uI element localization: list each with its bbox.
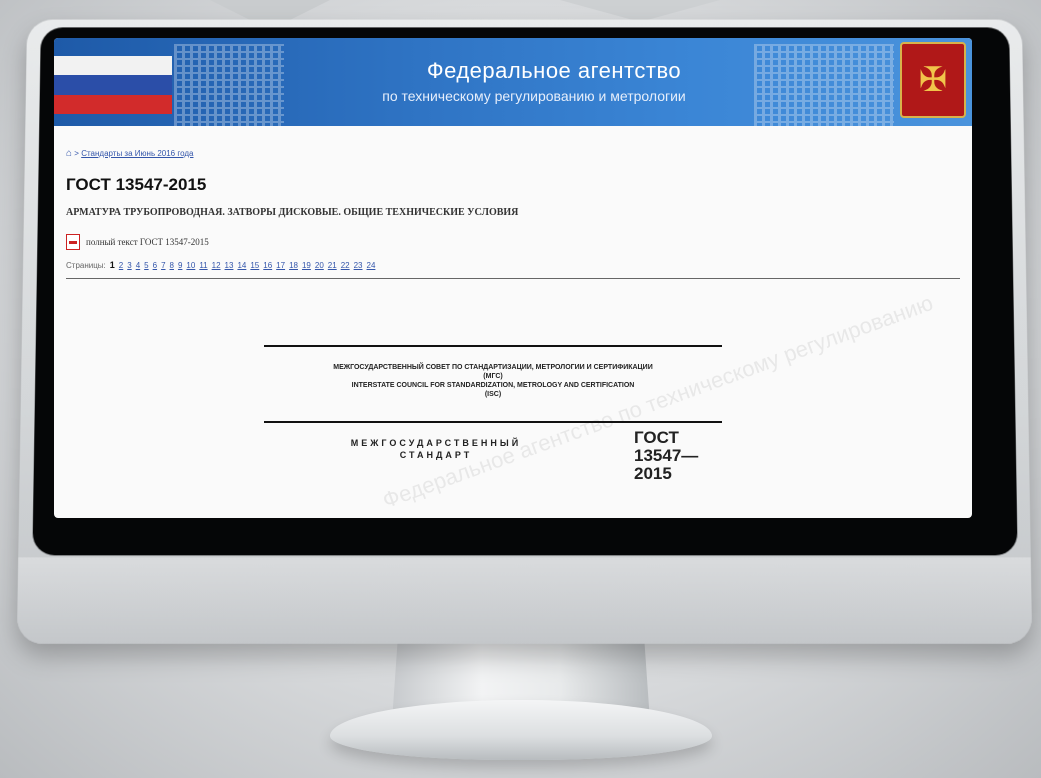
- page-link[interactable]: 17: [276, 261, 285, 270]
- page-link[interactable]: 2: [119, 261, 123, 270]
- banner-subtitle: по техническому регулированию и метролог…: [284, 88, 784, 104]
- fulltext-link[interactable]: полный текст ГОСТ 13547-2015: [66, 234, 960, 250]
- page-link[interactable]: 12: [212, 261, 221, 270]
- council-block: МЕЖГОСУДАРСТВЕННЫЙ СОВЕТ ПО СТАНДАРТИЗАЦ…: [254, 363, 732, 399]
- page-subtitle: АРМАТУРА ТРУБОПРОВОДНАЯ. ЗАТВОРЫ ДИСКОВЫ…: [66, 207, 960, 218]
- building-image: [754, 44, 894, 126]
- home-icon[interactable]: ⌂: [66, 148, 72, 159]
- standard-line-2: СТАНДАРТ: [346, 449, 526, 461]
- banner-title: Федеральное агентство: [354, 58, 754, 84]
- monitor-stand-base: [330, 700, 712, 760]
- standard-line-1: МЕЖГОСУДАРСТВЕННЫЙ: [346, 437, 526, 449]
- russian-flag-image: [54, 56, 172, 114]
- council-en-abbr: (ISC): [254, 390, 732, 399]
- page-title: ГОСТ 13547-2015: [66, 175, 960, 195]
- page-link[interactable]: 3: [127, 261, 131, 270]
- page-link[interactable]: 7: [161, 261, 165, 270]
- breadcrumb-link[interactable]: Стандарты за Июнь 2016 года: [81, 149, 193, 158]
- page-link[interactable]: 5: [144, 261, 148, 270]
- page-link[interactable]: 14: [237, 261, 246, 270]
- page-link[interactable]: 21: [328, 261, 337, 270]
- page-link[interactable]: 19: [302, 261, 311, 270]
- page-link[interactable]: 22: [341, 261, 350, 270]
- page-link[interactable]: 20: [315, 261, 324, 270]
- breadcrumb-separator: >: [74, 149, 79, 158]
- page-link[interactable]: 13: [225, 261, 234, 270]
- page-link[interactable]: 18: [289, 261, 298, 270]
- gost-code: ГОСТ 13547— 2015: [634, 429, 698, 483]
- building-image: [174, 44, 284, 126]
- standard-type: МЕЖГОСУДАРСТВЕННЫЙ СТАНДАРТ: [346, 437, 526, 461]
- page-content: ⌂ > Стандарты за Июнь 2016 года ГОСТ 135…: [54, 148, 972, 499]
- gost-code-line-3: 2015: [634, 465, 698, 483]
- monitor-chin: [17, 557, 1032, 643]
- gost-code-line-1: ГОСТ: [634, 429, 698, 447]
- fulltext-label: полный текст ГОСТ 13547-2015: [86, 237, 209, 247]
- document-preview: Федеральное агентство по техническому ре…: [66, 279, 960, 499]
- breadcrumb: ⌂ > Стандарты за Июнь 2016 года: [66, 148, 960, 159]
- council-ru: МЕЖГОСУДАРСТВЕННЫЙ СОВЕТ ПО СТАНДАРТИЗАЦ…: [254, 363, 732, 372]
- divider: [264, 345, 722, 347]
- page-link[interactable]: 8: [170, 261, 174, 270]
- screen: Федеральное агентство по техническому ре…: [54, 38, 972, 518]
- council-ru-abbr: (МГС): [254, 372, 732, 381]
- site-banner: Федеральное агентство по техническому ре…: [54, 38, 972, 126]
- page-link[interactable]: 15: [250, 261, 259, 270]
- page-link[interactable]: 6: [153, 261, 157, 270]
- page-link[interactable]: 16: [263, 261, 272, 270]
- page-link[interactable]: 23: [354, 261, 363, 270]
- page-link[interactable]: 24: [367, 261, 376, 270]
- pagination: Страницы: 1 2 3 4 5 6 7 8 9 10 11 12 13 …: [66, 260, 960, 270]
- gost-code-line-2: 13547—: [634, 447, 698, 465]
- page-link[interactable]: 9: [178, 261, 182, 270]
- divider: [264, 421, 722, 423]
- pagination-current: 1: [110, 260, 115, 270]
- council-en: INTERSTATE COUNCIL FOR STANDARDIZATION, …: [254, 381, 732, 390]
- pdf-icon: [66, 234, 80, 250]
- page-link[interactable]: 11: [199, 261, 207, 270]
- page-link[interactable]: 4: [136, 261, 140, 270]
- page-link[interactable]: 10: [186, 261, 195, 270]
- pagination-label: Страницы:: [66, 261, 106, 270]
- coat-of-arms-icon: ✠: [900, 42, 966, 118]
